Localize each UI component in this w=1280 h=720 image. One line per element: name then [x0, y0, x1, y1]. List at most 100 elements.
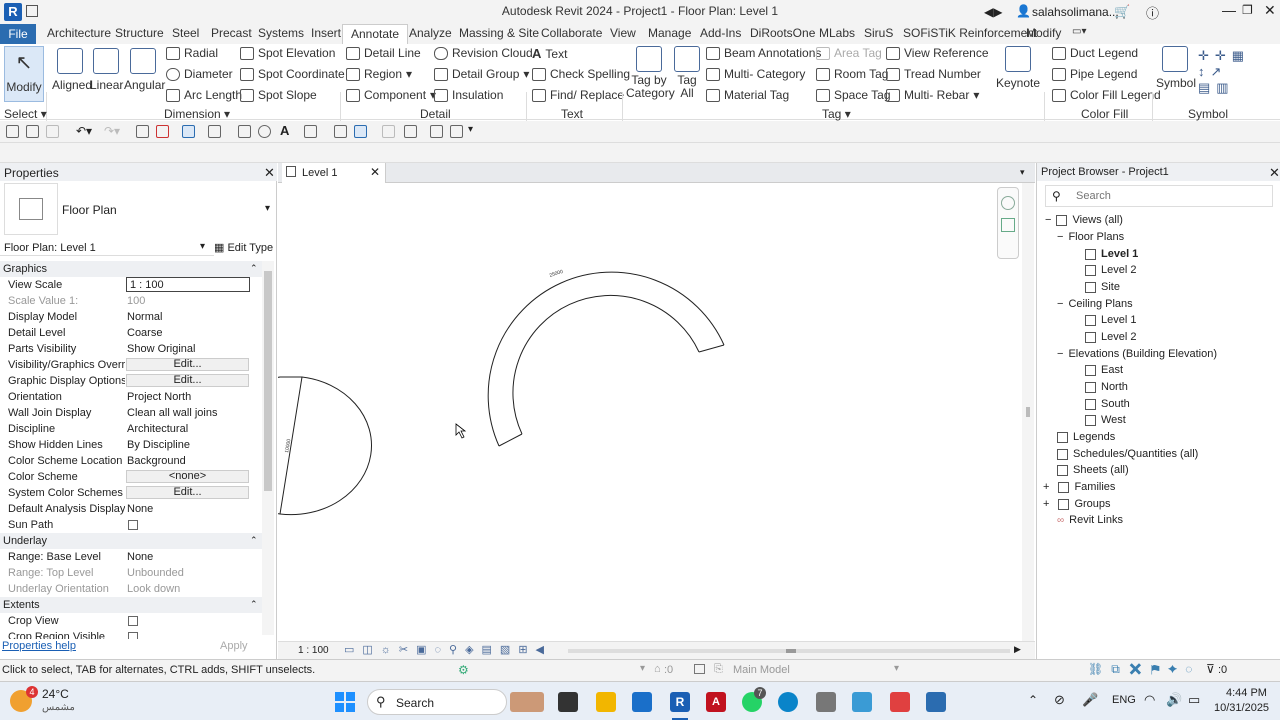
- tree-sheets[interactable]: Sheets (all): [1057, 464, 1129, 476]
- prop-row[interactable]: Wall Join Display Clean all wall joins: [0, 405, 262, 421]
- tree-ceiling-level-1[interactable]: Level 1: [1085, 314, 1136, 326]
- prop-row[interactable]: Detail Level Coarse: [0, 325, 262, 341]
- symbol-button[interactable]: Symbol: [1156, 46, 1196, 90]
- arc-wall-end[interactable]: [698, 344, 725, 353]
- selection-filter-icons[interactable]: ⛓⧉✖⚑✦◌: [1088, 662, 1200, 677]
- ribbon-options-icon[interactable]: ▭▾: [1072, 26, 1086, 37]
- tree-east[interactable]: East: [1085, 364, 1123, 376]
- tree-families[interactable]: + Families: [1043, 481, 1115, 493]
- find-replace-button[interactable]: Find/ Replace: [532, 88, 624, 102]
- tab-sirus[interactable]: SiruS: [864, 26, 893, 40]
- design-options-icon[interactable]: [694, 664, 705, 674]
- scrollbar-thumb[interactable]: [786, 649, 796, 653]
- select-panel-label[interactable]: Select ▾: [4, 107, 47, 121]
- print-icon[interactable]: [136, 125, 149, 138]
- chevron-down-icon[interactable]: ▾: [894, 663, 899, 674]
- tree-revit-links[interactable]: ∞ Revit Links: [1057, 514, 1123, 526]
- aligned-dim-button[interactable]: Aligned: [52, 48, 92, 92]
- tree-ceiling-plans[interactable]: − Ceiling Plans: [1057, 298, 1133, 310]
- prop-row[interactable]: Color Scheme Location Background: [0, 453, 262, 469]
- thin-lines-icon[interactable]: [354, 125, 367, 138]
- active-model[interactable]: Main Model: [733, 664, 790, 676]
- tab-structure[interactable]: Structure: [115, 26, 164, 40]
- edit-type-button[interactable]: ▦ Edit Type: [214, 241, 273, 254]
- app-icon[interactable]: [816, 692, 836, 712]
- wifi-icon[interactable]: ◠: [1144, 692, 1155, 708]
- spot-elevation-button[interactable]: Spot Elevation: [240, 46, 335, 60]
- close-icon[interactable]: ✕: [1269, 165, 1280, 181]
- tab-steel[interactable]: Steel: [172, 26, 199, 40]
- tree-elevations[interactable]: − Elevations (Building Elevation): [1057, 348, 1217, 360]
- edit-graphic-display-button[interactable]: Edit...: [126, 374, 249, 387]
- outer-arc-wall[interactable]: [487, 271, 725, 447]
- color-scheme-button[interactable]: <none>: [126, 470, 249, 483]
- browser-search[interactable]: ⚲: [1045, 185, 1273, 207]
- file-explorer-icon[interactable]: [596, 692, 616, 712]
- tree-south[interactable]: South: [1085, 398, 1130, 410]
- beam-annotations-button[interactable]: Beam Annotations: [706, 46, 821, 60]
- prop-row[interactable]: Orientation Project North: [0, 389, 262, 405]
- tree-legends[interactable]: Legends: [1057, 431, 1115, 443]
- delete-icon[interactable]: [156, 125, 169, 138]
- scrollbar-thumb[interactable]: [1026, 407, 1030, 417]
- search-highlight-icon[interactable]: [510, 692, 544, 712]
- tab-analyze[interactable]: Analyze: [409, 26, 452, 40]
- microphone-icon[interactable]: 🎤: [1082, 692, 1098, 708]
- app-icon[interactable]: [852, 692, 872, 712]
- word-icon[interactable]: [926, 692, 946, 712]
- tree-floor-level-2[interactable]: Level 2: [1085, 264, 1136, 276]
- view-scale-readout[interactable]: 1 : 100: [298, 645, 329, 656]
- sync-icon[interactable]: [46, 125, 59, 138]
- taskbar-search[interactable]: ⚲ Search: [367, 689, 507, 715]
- prop-row[interactable]: Display Model Normal: [0, 309, 262, 325]
- space-tag-button[interactable]: Space Tag: [816, 88, 891, 102]
- instance-selector[interactable]: Floor Plan: Level 1 ▾: [0, 240, 214, 256]
- tread-number-button[interactable]: Tread Number: [886, 67, 981, 81]
- tree-west[interactable]: West: [1085, 414, 1126, 426]
- tree-site[interactable]: Site: [1085, 281, 1120, 293]
- minimize-button[interactable]: —: [1222, 2, 1236, 18]
- view-horizontal-scrollbar[interactable]: [568, 649, 1010, 653]
- scroll-right-icon[interactable]: ▶: [1014, 644, 1021, 655]
- revit-taskbar-icon[interactable]: R: [670, 692, 690, 712]
- open-icon[interactable]: [6, 125, 19, 138]
- prop-row[interactable]: Parts Visibility Show Original: [0, 341, 262, 357]
- tray-chevron-up-icon[interactable]: ⌃: [1028, 693, 1038, 707]
- room-tag-button[interactable]: Room Tag: [816, 67, 888, 81]
- angular-dim-button[interactable]: Angular: [124, 48, 165, 92]
- close-button[interactable]: ✕: [1264, 2, 1276, 19]
- close-icon[interactable]: ✕: [370, 165, 380, 179]
- tab-dirootsone[interactable]: DiRootsOne: [750, 26, 815, 40]
- semicircle-arc[interactable]: [278, 376, 281, 515]
- language-indicator[interactable]: ENG: [1112, 694, 1136, 706]
- component-button[interactable]: Component ▾: [346, 88, 436, 102]
- help-icon[interactable]: ⓘ: [1146, 3, 1159, 22]
- tag-by-category-button[interactable]: Tag by Category: [626, 46, 675, 100]
- app-icon[interactable]: [890, 692, 910, 712]
- tab-sofistik[interactable]: SOFiSTiK Reinforcement: [903, 26, 1037, 40]
- type-name[interactable]: Floor Plan: [62, 203, 117, 217]
- edit-vg-button[interactable]: Edit...: [126, 358, 249, 371]
- check-spelling-button[interactable]: Check Spelling: [532, 67, 630, 81]
- color-fill-legend-button[interactable]: Color Fill Legend: [1052, 88, 1161, 102]
- steering-wheel-icon[interactable]: [1001, 196, 1015, 210]
- speaker-icon[interactable]: 🔊: [1166, 692, 1182, 708]
- tab-view[interactable]: View: [610, 26, 636, 40]
- symbol-tools-icons[interactable]: ✛✛▦ ↕↗ ▤▥: [1198, 48, 1258, 96]
- semicircle-arc[interactable]: [279, 376, 372, 516]
- spot-slope-button[interactable]: Spot Slope: [240, 88, 317, 102]
- view-scale-input[interactable]: 1 : 100: [126, 277, 250, 292]
- tab-architecture[interactable]: Architecture: [47, 26, 111, 40]
- aligned-dim-qat-icon[interactable]: [238, 125, 251, 138]
- view-vertical-scrollbar[interactable]: [1022, 183, 1034, 641]
- type-selector-chevron-icon[interactable]: ▾: [265, 203, 270, 214]
- weather-temp[interactable]: 24°C: [42, 687, 69, 701]
- editable-only-icon[interactable]: ⌂: [654, 663, 661, 675]
- arc-wall-end[interactable]: [498, 433, 523, 447]
- keynote-button[interactable]: Keynote: [996, 46, 1040, 90]
- prop-row[interactable]: Show Hidden Lines By Discipline: [0, 437, 262, 453]
- apply-button[interactable]: Apply: [220, 640, 248, 652]
- store-icon[interactable]: [632, 692, 652, 712]
- diameter-button[interactable]: Diameter: [166, 67, 233, 81]
- text-button[interactable]: A Text: [532, 46, 567, 61]
